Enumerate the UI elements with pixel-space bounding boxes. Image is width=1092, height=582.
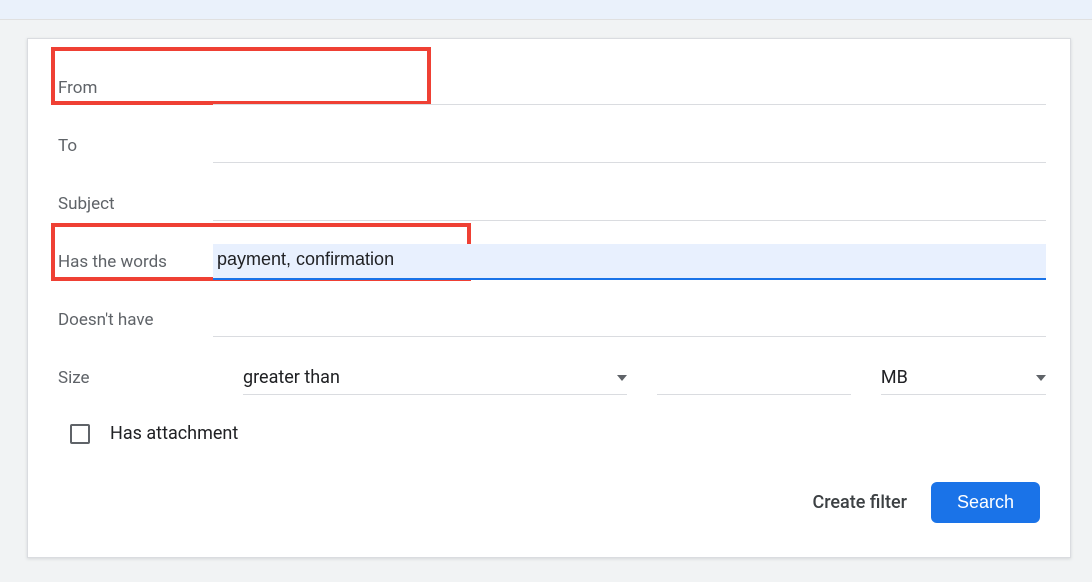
input-wrap-from bbox=[213, 71, 1046, 105]
input-wrap-doesnt-have bbox=[213, 303, 1046, 337]
label-from: From bbox=[58, 78, 213, 98]
input-wrap-to bbox=[213, 129, 1046, 163]
size-operator-select[interactable]: greater than bbox=[243, 361, 627, 395]
to-input[interactable] bbox=[213, 139, 1046, 160]
has-words-input[interactable] bbox=[217, 249, 1046, 270]
row-has-words: Has the words bbox=[58, 233, 1046, 291]
doesnt-have-input[interactable] bbox=[213, 313, 1046, 334]
row-size: Size greater than MB bbox=[58, 349, 1046, 407]
create-filter-button[interactable]: Create filter bbox=[812, 492, 907, 513]
label-to: To bbox=[58, 136, 213, 156]
row-to: To bbox=[58, 117, 1046, 175]
search-filter-panel: From To Subject Has the words Doesn't ha… bbox=[27, 38, 1071, 558]
size-unit-value: MB bbox=[881, 367, 908, 388]
label-has-words: Has the words bbox=[58, 252, 213, 272]
input-wrap-subject bbox=[213, 187, 1046, 221]
size-amount-input[interactable] bbox=[657, 361, 851, 395]
row-from: From bbox=[58, 59, 1046, 117]
chevron-down-icon bbox=[1036, 375, 1046, 381]
search-button[interactable]: Search bbox=[931, 482, 1040, 523]
from-input[interactable] bbox=[213, 81, 1046, 102]
actions-row: Create filter Search bbox=[58, 482, 1046, 523]
input-wrap-has-words bbox=[213, 244, 1046, 280]
has-attachment-checkbox[interactable] bbox=[70, 424, 90, 444]
label-subject: Subject bbox=[58, 194, 213, 214]
label-has-attachment: Has attachment bbox=[110, 423, 238, 444]
top-bar bbox=[0, 0, 1092, 20]
size-unit-select[interactable]: MB bbox=[881, 361, 1046, 395]
subject-input[interactable] bbox=[213, 197, 1046, 218]
chevron-down-icon bbox=[617, 375, 627, 381]
size-operator-value: greater than bbox=[243, 367, 340, 388]
row-subject: Subject bbox=[58, 175, 1046, 233]
row-doesnt-have: Doesn't have bbox=[58, 291, 1046, 349]
label-size: Size bbox=[58, 368, 213, 388]
label-doesnt-have: Doesn't have bbox=[58, 310, 213, 330]
row-has-attachment: Has attachment bbox=[70, 423, 1046, 444]
